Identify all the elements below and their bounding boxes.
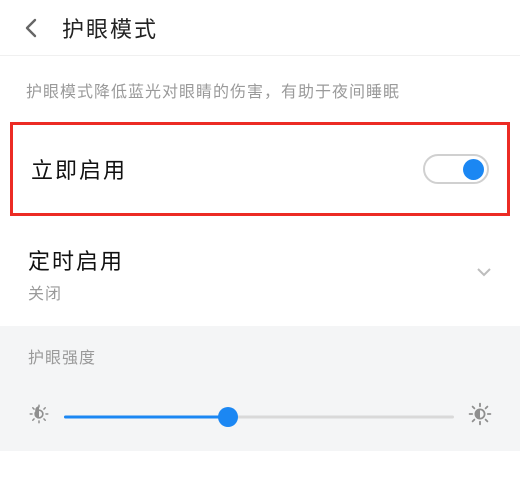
enable-now-row: 立即启用 <box>10 122 510 216</box>
page-title: 护眼模式 <box>62 12 158 44</box>
slider-fill <box>64 415 228 418</box>
scheduled-left: 定时启用 关闭 <box>28 244 124 304</box>
intensity-label: 护眼强度 <box>0 326 520 374</box>
scheduled-status: 关闭 <box>28 280 124 304</box>
brightness-low-icon <box>28 403 50 430</box>
intensity-slider[interactable] <box>64 407 454 427</box>
header-bar: 护眼模式 <box>0 0 520 56</box>
description-text: 护眼模式降低蓝光对眼睛的伤害，有助于夜间睡眠 <box>0 56 520 122</box>
toggle-knob <box>463 159 484 180</box>
slider-knob <box>218 407 238 427</box>
enable-now-label: 立即启用 <box>31 153 127 185</box>
chevron-down-icon <box>476 265 492 283</box>
enable-now-toggle[interactable] <box>423 154 489 184</box>
back-icon[interactable] <box>20 16 44 40</box>
brightness-high-icon <box>468 402 492 431</box>
intensity-slider-row <box>0 374 520 451</box>
scheduled-label: 定时启用 <box>28 244 124 276</box>
scheduled-row[interactable]: 定时启用 关闭 <box>0 226 520 318</box>
intensity-section: 护眼强度 <box>0 326 520 451</box>
